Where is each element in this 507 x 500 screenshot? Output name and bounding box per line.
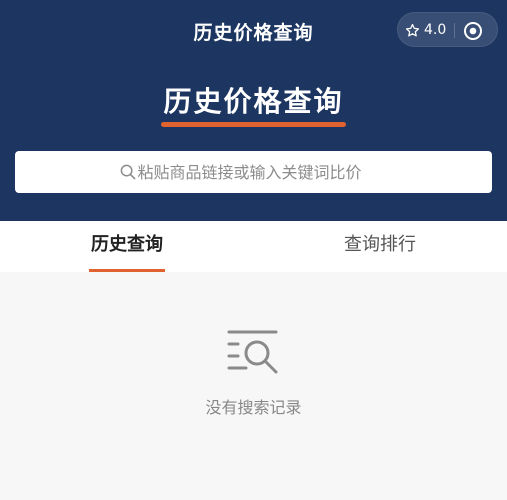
empty-state: 没有搜索记录 (0, 272, 507, 500)
tab-history-label: 历史查询 (91, 234, 163, 255)
tab-ranking-label: 查询排行 (344, 234, 416, 255)
tab-history[interactable]: 历史查询 (78, 221, 176, 272)
search-list-icon (227, 330, 278, 374)
empty-state-text: 没有搜索记录 (205, 398, 302, 417)
app-root: 历史价格查询 4.0 历史价格查询 历史查 (0, 0, 507, 500)
tab-ranking[interactable]: 查询排行 (330, 221, 430, 272)
close-miniapp-icon[interactable] (463, 21, 483, 41)
search-bar[interactable] (15, 151, 492, 193)
capsule-divider (454, 23, 455, 38)
rating-button[interactable]: 4.0 (405, 19, 446, 41)
miniapp-capsule: 4.0 (397, 12, 498, 47)
tab-bar: 历史查询 查询排行 (0, 221, 507, 272)
header: 历史价格查询 4.0 历史价格查询 (0, 0, 507, 221)
search-icon (120, 164, 135, 180)
star-icon (405, 23, 420, 36)
search-input[interactable] (137, 162, 388, 182)
rating-value: 4.0 (424, 22, 447, 38)
hero-title: 历史价格查询 (163, 85, 344, 118)
hero-title-underline (161, 122, 346, 127)
